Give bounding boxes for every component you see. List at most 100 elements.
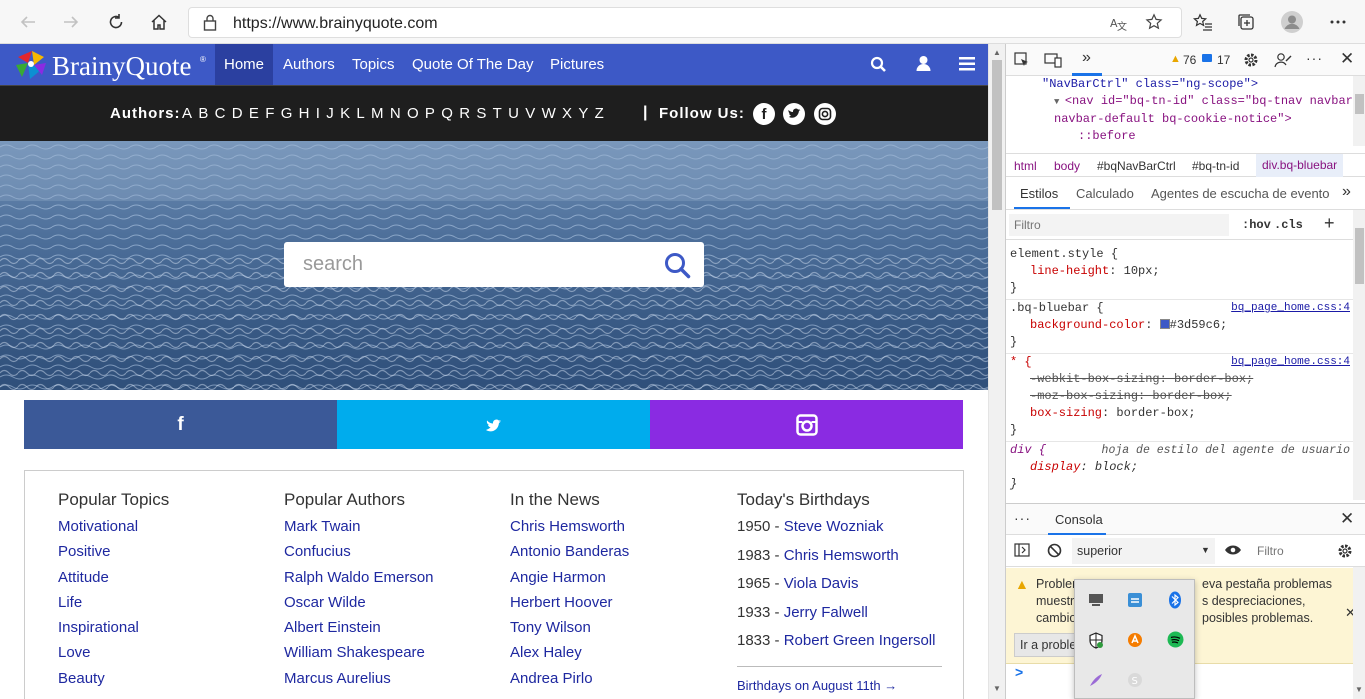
twitter-share-button[interactable] bbox=[337, 400, 650, 449]
topic-link[interactable]: Inspirational bbox=[58, 618, 139, 643]
birthday-name-link[interactable]: Chris Hemsworth bbox=[784, 547, 899, 564]
birthday-name-link[interactable]: Robert Green Ingersoll bbox=[784, 632, 936, 649]
twitter-icon[interactable] bbox=[783, 103, 805, 125]
devtools-more-icon[interactable]: ··· bbox=[1306, 50, 1323, 66]
author-letter-t[interactable]: T bbox=[493, 105, 502, 122]
breadcrumb-nav[interactable]: #bq-tn-id bbox=[1192, 159, 1239, 173]
tray-display-icon[interactable] bbox=[1088, 592, 1104, 613]
birthdays-more-link[interactable]: Birthdays on August 11th → bbox=[737, 678, 897, 693]
rule-bq-bluebar[interactable]: .bq-bluebar {bq_page_home.css:4 backgrou… bbox=[1010, 300, 1350, 351]
birthday-name-link[interactable]: Viola Davis bbox=[784, 575, 859, 592]
tray-pen-icon[interactable] bbox=[1088, 672, 1104, 693]
author-letter-o[interactable]: O bbox=[407, 105, 419, 122]
author-letter-l[interactable]: L bbox=[356, 105, 364, 122]
author-letter-x[interactable]: X bbox=[562, 105, 572, 122]
author-letter-z[interactable]: Z bbox=[595, 105, 604, 122]
live-expression-eye-icon[interactable] bbox=[1224, 544, 1242, 559]
news-link[interactable]: Tony Wilson bbox=[510, 618, 629, 643]
device-emulation-icon[interactable] bbox=[1044, 52, 1062, 71]
author-link[interactable]: Marcus Aurelius bbox=[284, 669, 434, 694]
scroll-up-icon[interactable]: ▲ bbox=[993, 48, 1001, 57]
scroll-down-icon[interactable]: ▼ bbox=[993, 684, 1001, 693]
forward-arrow-icon[interactable] bbox=[57, 8, 85, 36]
settings-gear-icon[interactable] bbox=[1243, 52, 1259, 71]
author-letter-q[interactable]: Q bbox=[441, 105, 453, 122]
tray-spotify-icon[interactable] bbox=[1167, 631, 1184, 653]
news-link[interactable]: Chris Hemsworth bbox=[510, 517, 629, 542]
search-input[interactable] bbox=[284, 242, 654, 287]
dom-line[interactable]: ::before bbox=[1006, 128, 1353, 144]
author-link[interactable]: William Shakespeare bbox=[284, 643, 434, 668]
author-link[interactable]: Confucius bbox=[284, 542, 434, 567]
more-tabs-icon[interactable]: » bbox=[1082, 49, 1091, 67]
scroll-thumb[interactable] bbox=[992, 60, 1002, 210]
author-letter-a[interactable]: A bbox=[182, 105, 192, 122]
console-prompt[interactable]: > bbox=[1015, 664, 1023, 680]
author-letter-d[interactable]: D bbox=[232, 105, 243, 122]
topic-link[interactable]: Love bbox=[58, 643, 139, 668]
more-tabs-icon[interactable]: » bbox=[1342, 183, 1351, 201]
author-link[interactable]: Albert Einstein bbox=[284, 618, 434, 643]
console-scrollbar[interactable]: ▼ bbox=[1353, 567, 1365, 699]
inspect-element-icon[interactable] bbox=[1014, 52, 1030, 71]
rule-div-user-agent[interactable]: div {hoja de estilo del agente de usuari… bbox=[1010, 442, 1350, 493]
author-letter-g[interactable]: G bbox=[281, 105, 293, 122]
tab-estilos[interactable]: Estilos bbox=[1020, 186, 1058, 201]
lock-icon[interactable] bbox=[203, 14, 217, 36]
author-link[interactable]: Mark Twain bbox=[284, 517, 434, 542]
topic-link[interactable]: Attitude bbox=[58, 568, 139, 593]
tray-bluetooth-icon[interactable] bbox=[1168, 591, 1182, 614]
nav-topics[interactable]: Topics bbox=[343, 44, 404, 85]
tab-event-listeners[interactable]: Agentes de escucha de evento bbox=[1151, 186, 1330, 201]
styles-scrollbar[interactable] bbox=[1353, 210, 1365, 500]
nav-pictures[interactable]: Pictures bbox=[541, 44, 613, 85]
hamburger-menu-icon[interactable] bbox=[959, 57, 975, 76]
topic-link[interactable]: Motivational bbox=[58, 517, 139, 542]
console-filter-input[interactable] bbox=[1252, 538, 1328, 564]
facebook-share-button[interactable]: f bbox=[24, 400, 337, 449]
profile-avatar-icon[interactable] bbox=[1278, 8, 1306, 36]
drawer-more-icon[interactable]: ··· bbox=[1014, 510, 1031, 526]
author-letter-s[interactable]: S bbox=[476, 105, 486, 122]
instagram-share-button[interactable] bbox=[650, 400, 963, 449]
birthday-name-link[interactable]: Steve Wozniak bbox=[784, 518, 884, 535]
author-letter-u[interactable]: U bbox=[508, 105, 519, 122]
more-menu-icon[interactable] bbox=[1324, 8, 1352, 36]
cls-toggle[interactable]: .cls bbox=[1274, 218, 1303, 232]
news-link[interactable]: Antonio Banderas bbox=[510, 542, 629, 567]
author-letter-f[interactable]: F bbox=[265, 105, 274, 122]
tray-network-icon[interactable] bbox=[1127, 592, 1143, 613]
topic-link[interactable]: Positive bbox=[58, 542, 139, 567]
author-letter-m[interactable]: M bbox=[371, 105, 384, 122]
topic-link[interactable]: Beauty bbox=[58, 669, 139, 694]
page-scrollbar[interactable]: ▲ ▼ bbox=[988, 44, 1005, 699]
address-bar[interactable]: https://www.brainyquote.com A文 bbox=[188, 7, 1182, 38]
warnings-count[interactable]: 76 bbox=[1183, 53, 1196, 67]
messages-count[interactable]: 17 bbox=[1217, 53, 1230, 67]
author-letter-k[interactable]: K bbox=[340, 105, 350, 122]
translate-icon[interactable]: A文 bbox=[1109, 14, 1127, 37]
clear-console-icon[interactable] bbox=[1047, 543, 1062, 561]
tray-security-shield-icon[interactable] bbox=[1088, 632, 1104, 654]
news-link[interactable]: Herbert Hoover bbox=[510, 593, 629, 618]
author-letter-w[interactable]: W bbox=[542, 105, 556, 122]
nav-quote-of-the-day[interactable]: Quote Of The Day bbox=[403, 44, 542, 85]
collections-icon[interactable] bbox=[1232, 8, 1260, 36]
search-submit-icon[interactable] bbox=[664, 252, 691, 284]
brainyquote-logo[interactable]: BrainyQuote ® bbox=[14, 47, 210, 83]
drawer-close-icon[interactable]: ✕ bbox=[1340, 509, 1354, 529]
reload-icon[interactable] bbox=[102, 8, 130, 36]
devtools-close-icon[interactable]: ✕ bbox=[1340, 49, 1354, 69]
news-link[interactable]: Alex Haley bbox=[510, 643, 629, 668]
facebook-icon[interactable]: f bbox=[753, 103, 775, 125]
feedback-icon[interactable] bbox=[1274, 52, 1292, 71]
author-letter-i[interactable]: I bbox=[316, 105, 320, 122]
author-letter-h[interactable]: H bbox=[299, 105, 310, 122]
context-select[interactable]: superior ▼ bbox=[1072, 538, 1215, 564]
author-letter-c[interactable]: C bbox=[215, 105, 226, 122]
instagram-icon[interactable] bbox=[814, 103, 836, 125]
author-link[interactable]: Oscar Wilde bbox=[284, 593, 434, 618]
breadcrumb-bluebar[interactable]: div.bq-bluebar bbox=[1256, 154, 1344, 177]
author-letter-b[interactable]: B bbox=[198, 105, 208, 122]
breadcrumb-body[interactable]: body bbox=[1054, 159, 1080, 173]
